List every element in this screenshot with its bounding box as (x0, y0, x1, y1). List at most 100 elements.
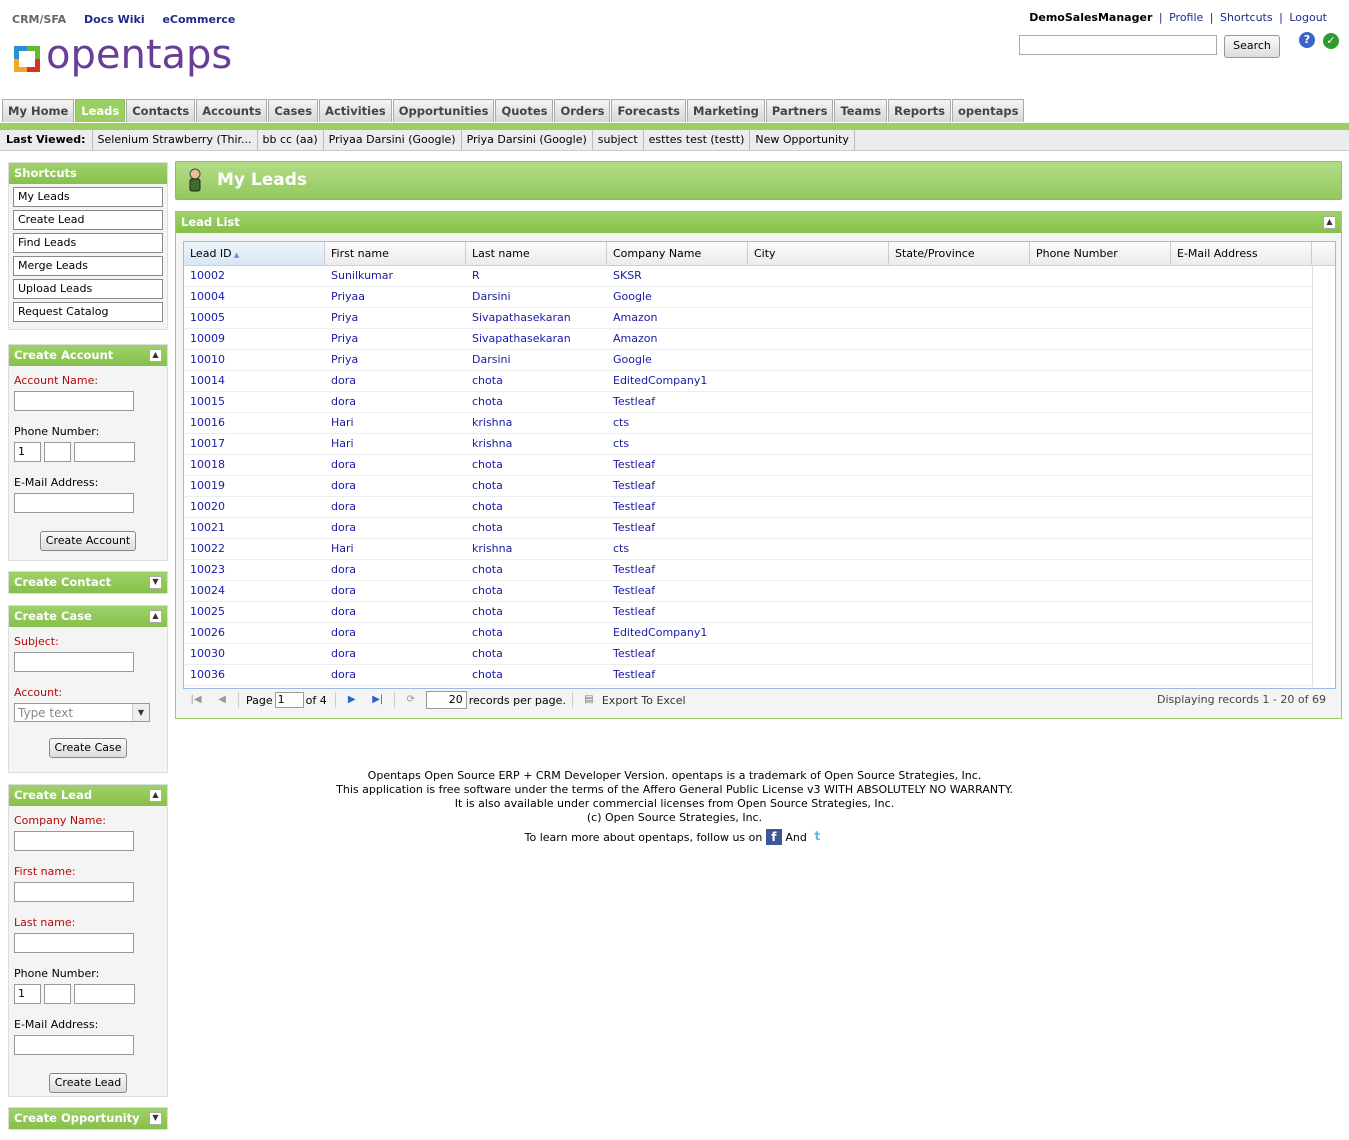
table-cell[interactable]: Darsini (466, 287, 607, 307)
table-cell[interactable]: Sivapathasekaran (466, 329, 607, 349)
tab-partners[interactable]: Partners (765, 99, 834, 122)
table-cell[interactable]: SKSR (607, 266, 748, 286)
tab-reports[interactable]: Reports (888, 99, 951, 122)
table-row[interactable]: 10004 Priyaa Darsini Google (184, 287, 1312, 308)
lead-last-name-input[interactable] (14, 933, 134, 953)
table-row[interactable]: 10020 dora chota Testleaf (184, 497, 1312, 518)
table-cell[interactable]: chota (466, 644, 607, 664)
tab-teams[interactable]: Teams (834, 99, 888, 122)
last-viewed-item[interactable]: subject (593, 130, 644, 150)
collapse-icon[interactable]: ▲ (1323, 216, 1336, 229)
table-cell[interactable]: dora (325, 476, 466, 496)
table-cell[interactable]: Sivapathasekaran (466, 308, 607, 328)
table-row[interactable]: 10036 dora chota Testleaf (184, 665, 1312, 686)
table-cell[interactable]: Darsini (466, 350, 607, 370)
crm-sfa-link[interactable]: CRM/SFA (12, 13, 66, 26)
create-case-button[interactable]: Create Case (48, 738, 128, 758)
tab-opentaps[interactable]: opentaps (951, 99, 1025, 122)
table-cell[interactable]: dora (325, 392, 466, 412)
refresh-icon[interactable]: ⟳ (404, 693, 418, 707)
page-number-input[interactable]: 1 (274, 692, 304, 708)
records-per-page-input[interactable]: 20 (425, 691, 467, 709)
table-cell[interactable]: 10024 (184, 581, 325, 601)
create-opportunity-header[interactable]: Create Opportunity ▼ (9, 1108, 167, 1129)
table-cell[interactable]: chota (466, 602, 607, 622)
table-cell[interactable]: krishna (466, 539, 607, 559)
next-page-icon[interactable]: ▶ (345, 693, 359, 707)
table-cell[interactable]: Testleaf (607, 602, 748, 622)
expand-icon[interactable]: ▼ (149, 576, 162, 589)
table-cell[interactable]: Priyaa (325, 287, 466, 307)
create-account-header[interactable]: Create Account ▲ (9, 345, 167, 366)
profile-link[interactable]: Profile (1169, 11, 1203, 24)
table-row[interactable]: 10026 dora chota EditedCompany1 (184, 623, 1312, 644)
table-cell[interactable]: Priya (325, 350, 466, 370)
table-cell[interactable]: EditedCompany1 (607, 371, 748, 391)
tab-activities[interactable]: Activities (319, 99, 392, 122)
table-cell[interactable]: Amazon (607, 329, 748, 349)
table-cell[interactable]: Hari (325, 413, 466, 433)
last-viewed-item[interactable]: esttes test (testt) (644, 130, 751, 150)
column-header[interactable]: E-Mail Address (1171, 242, 1312, 265)
table-row[interactable]: 10014 dora chota EditedCompany1 (184, 371, 1312, 392)
lead-list-header[interactable]: Lead List ▲ (176, 212, 1341, 233)
table-cell[interactable]: Testleaf (607, 497, 748, 517)
table-cell[interactable]: Testleaf (607, 581, 748, 601)
opentaps-logo[interactable]: opentaps (12, 32, 262, 82)
table-cell[interactable]: chota (466, 581, 607, 601)
last-viewed-item[interactable]: bb cc (aa) (258, 130, 324, 150)
facebook-icon[interactable]: f (765, 829, 782, 845)
account-phone-area-input[interactable] (44, 442, 71, 462)
table-cell[interactable]: dora (325, 644, 466, 664)
tab-forecasts[interactable]: Forecasts (611, 99, 686, 122)
column-header[interactable]: Lead ID ▲ (184, 242, 325, 265)
column-header[interactable]: State/Province (889, 242, 1030, 265)
last-viewed-item[interactable]: New Opportunity (750, 130, 855, 150)
account-email-input[interactable] (14, 493, 134, 513)
table-cell[interactable]: 10026 (184, 623, 325, 643)
table-cell[interactable]: Amazon (607, 308, 748, 328)
table-cell[interactable]: Priya (325, 308, 466, 328)
account-phone-country-input[interactable]: 1 (14, 442, 41, 462)
collapse-icon[interactable]: ▲ (149, 349, 162, 362)
case-account-combobox[interactable]: Type text ▼ (14, 703, 150, 722)
table-cell[interactable]: dora (325, 518, 466, 538)
table-cell[interactable]: R (466, 266, 607, 286)
shortcut-find-leads[interactable]: Find Leads (13, 233, 163, 253)
table-row[interactable]: 10017 Hari krishna cts (184, 434, 1312, 455)
table-cell[interactable]: 10022 (184, 539, 325, 559)
create-lead-button[interactable]: Create Lead (48, 1073, 128, 1093)
table-cell[interactable]: dora (325, 455, 466, 475)
twitter-icon[interactable]: t (810, 829, 824, 843)
table-cell[interactable]: chota (466, 392, 607, 412)
table-cell[interactable]: 10036 (184, 665, 325, 685)
table-cell[interactable]: Google (607, 287, 748, 307)
shortcuts-link[interactable]: Shortcuts (1220, 11, 1273, 24)
lead-first-name-input[interactable] (14, 882, 134, 902)
table-cell[interactable]: EditedCompany1 (607, 623, 748, 643)
table-row[interactable]: 10030 dora chota Testleaf (184, 644, 1312, 665)
docs-wiki-link[interactable]: Docs Wiki (84, 13, 145, 26)
table-cell[interactable]: 10023 (184, 560, 325, 580)
table-row[interactable]: 10010 Priya Darsini Google (184, 350, 1312, 371)
table-row[interactable]: 10024 dora chota Testleaf (184, 581, 1312, 602)
help-icon[interactable]: ? (1299, 32, 1315, 48)
table-cell[interactable]: chota (466, 497, 607, 517)
grid-scrollbar[interactable] (1312, 266, 1335, 687)
lead-phone-country-input[interactable]: 1 (14, 984, 41, 1004)
dropdown-arrow-icon[interactable]: ▼ (132, 704, 149, 721)
prev-page-icon[interactable]: ◀ (215, 693, 229, 707)
export-to-excel-button[interactable]: Export To Excel (602, 694, 686, 707)
tab-cases[interactable]: Cases (268, 99, 319, 122)
table-row[interactable]: 10002 Sunilkumar R SKSR (184, 266, 1312, 287)
table-cell[interactable]: cts (607, 413, 748, 433)
logout-link[interactable]: Logout (1289, 11, 1327, 24)
table-cell[interactable]: 10019 (184, 476, 325, 496)
table-cell[interactable]: dora (325, 560, 466, 580)
table-cell[interactable]: 10002 (184, 266, 325, 286)
table-cell[interactable]: 10018 (184, 455, 325, 475)
table-cell[interactable]: 10017 (184, 434, 325, 454)
table-cell[interactable]: Hari (325, 434, 466, 454)
table-cell[interactable]: dora (325, 581, 466, 601)
table-cell[interactable]: chota (466, 371, 607, 391)
